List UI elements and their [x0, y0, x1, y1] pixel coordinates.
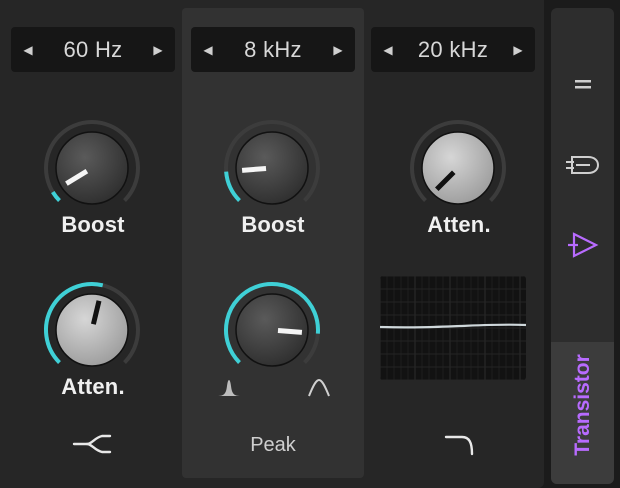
- band-3-next-arrow-icon[interactable]: ▶: [511, 43, 525, 57]
- narrow-peak-icon: [217, 380, 241, 396]
- knob-value-arc: [51, 190, 61, 202]
- band-3-prev-arrow-icon[interactable]: ◀: [381, 43, 395, 57]
- band-3-frequency-selector[interactable]: ◀ 20 kHz ▶: [371, 27, 535, 72]
- band-2-frequency-selector[interactable]: ◀ 8 kHz ▶: [191, 27, 355, 72]
- band-1-boost-knob[interactable]: [41, 117, 143, 219]
- band-1-prev-arrow-icon[interactable]: ◀: [21, 43, 35, 57]
- band-2-prev-arrow-icon[interactable]: ◀: [201, 43, 215, 57]
- response-graph: [380, 276, 526, 380]
- band-2-frequency-value: 8 kHz: [244, 36, 302, 62]
- knob-indicator: [277, 327, 303, 335]
- band-2-next-arrow-icon[interactable]: ▶: [331, 43, 345, 57]
- band-1-boost-label: Boost: [61, 212, 125, 237]
- band-1-atten-knob[interactable]: [41, 279, 143, 381]
- response-curve: [380, 323, 526, 329]
- transistor-tab[interactable]: Transistor: [566, 340, 600, 470]
- transistor-tab-label: Transistor: [571, 354, 595, 456]
- knob-body: [55, 293, 129, 367]
- band-1-frequency-selector[interactable]: ◀ 60 Hz ▶: [11, 27, 175, 72]
- equals-icon[interactable]: [571, 74, 595, 94]
- band-1-frequency-value: 60 Hz: [63, 36, 123, 62]
- band-2-boost-label: Boost: [241, 212, 305, 237]
- band-2-boost-knob[interactable]: [221, 117, 323, 219]
- band-1-next-arrow-icon[interactable]: ▶: [151, 43, 165, 57]
- knob-body: [421, 131, 495, 205]
- knob-indicator: [241, 165, 267, 173]
- band-3-atten-knob[interactable]: [407, 117, 509, 219]
- band-2-mode-label[interactable]: Peak: [182, 434, 364, 457]
- band-2-q-knob[interactable]: [221, 279, 323, 381]
- transistor-icon[interactable]: [564, 152, 602, 178]
- band-2-highlight: [182, 8, 364, 478]
- knob-body: [55, 131, 129, 205]
- triangle-play-icon[interactable]: [566, 230, 600, 260]
- highcut-curve-icon: [444, 435, 474, 456]
- lowshelf-crossover-icon: [72, 434, 112, 454]
- wide-peak-icon: [308, 378, 330, 397]
- band-3-frequency-value: 20 kHz: [417, 36, 489, 62]
- band-1-atten-label: Atten.: [61, 374, 125, 399]
- band-3-atten-label: Atten.: [427, 212, 491, 237]
